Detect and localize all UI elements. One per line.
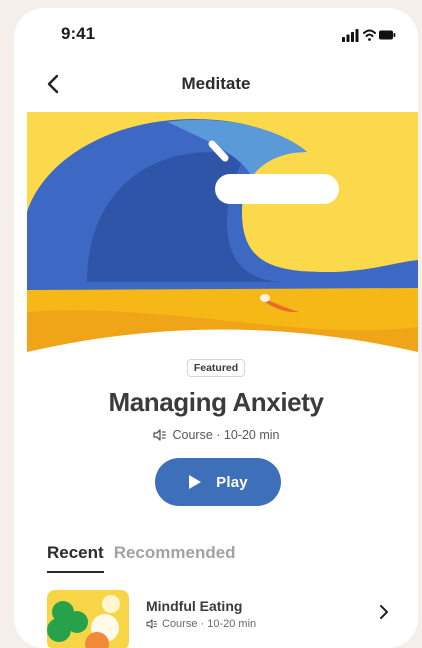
- phone-screen: 9:41 Meditate Featured Managing Anxiety …: [14, 8, 418, 648]
- tab-recommended[interactable]: Recommended: [114, 543, 236, 573]
- status-bar: 9:41: [14, 8, 418, 56]
- play-icon: [189, 475, 202, 489]
- battery-icon: [379, 30, 396, 40]
- list-item-meta-text: Course · 10-20 min: [162, 618, 257, 630]
- audio-icon: [146, 619, 158, 629]
- status-icons: [342, 29, 396, 42]
- featured-section: Featured Managing Anxiety Course · 10-20…: [14, 358, 418, 442]
- play-button-label: Play: [216, 473, 248, 491]
- status-time: 9:41: [61, 24, 96, 43]
- nav-bar: Meditate: [14, 68, 418, 102]
- cloud-shape: [215, 174, 339, 204]
- list-item-title: Mindful Eating: [146, 598, 243, 614]
- chevron-right-icon: [380, 605, 388, 619]
- wifi-icon: [363, 29, 376, 41]
- page-title: Meditate: [181, 74, 251, 93]
- thumb-moon: [102, 595, 120, 613]
- play-button[interactable]: Play: [155, 458, 281, 506]
- list-item-thumbnail: [47, 590, 129, 648]
- list-item-meta: Course · 10-20 min: [146, 618, 256, 630]
- hero-illustration: [27, 112, 418, 366]
- surfer-head: [260, 294, 270, 302]
- featured-meta-text: Course · 10-20 min: [172, 428, 280, 442]
- featured-badge: Featured: [186, 359, 246, 377]
- tab-bar: Recent Recommended: [47, 543, 236, 573]
- audio-icon: [152, 429, 166, 441]
- featured-title: Managing Anxiety: [108, 387, 324, 417]
- signal-icon: [342, 29, 359, 42]
- featured-meta: Course · 10-20 min: [14, 428, 418, 442]
- tab-recent[interactable]: Recent: [47, 543, 104, 573]
- list-item-mindful-eating[interactable]: Mindful Eating Course · 10-20 min: [47, 590, 392, 648]
- thumb-broccoli-left: [47, 618, 71, 642]
